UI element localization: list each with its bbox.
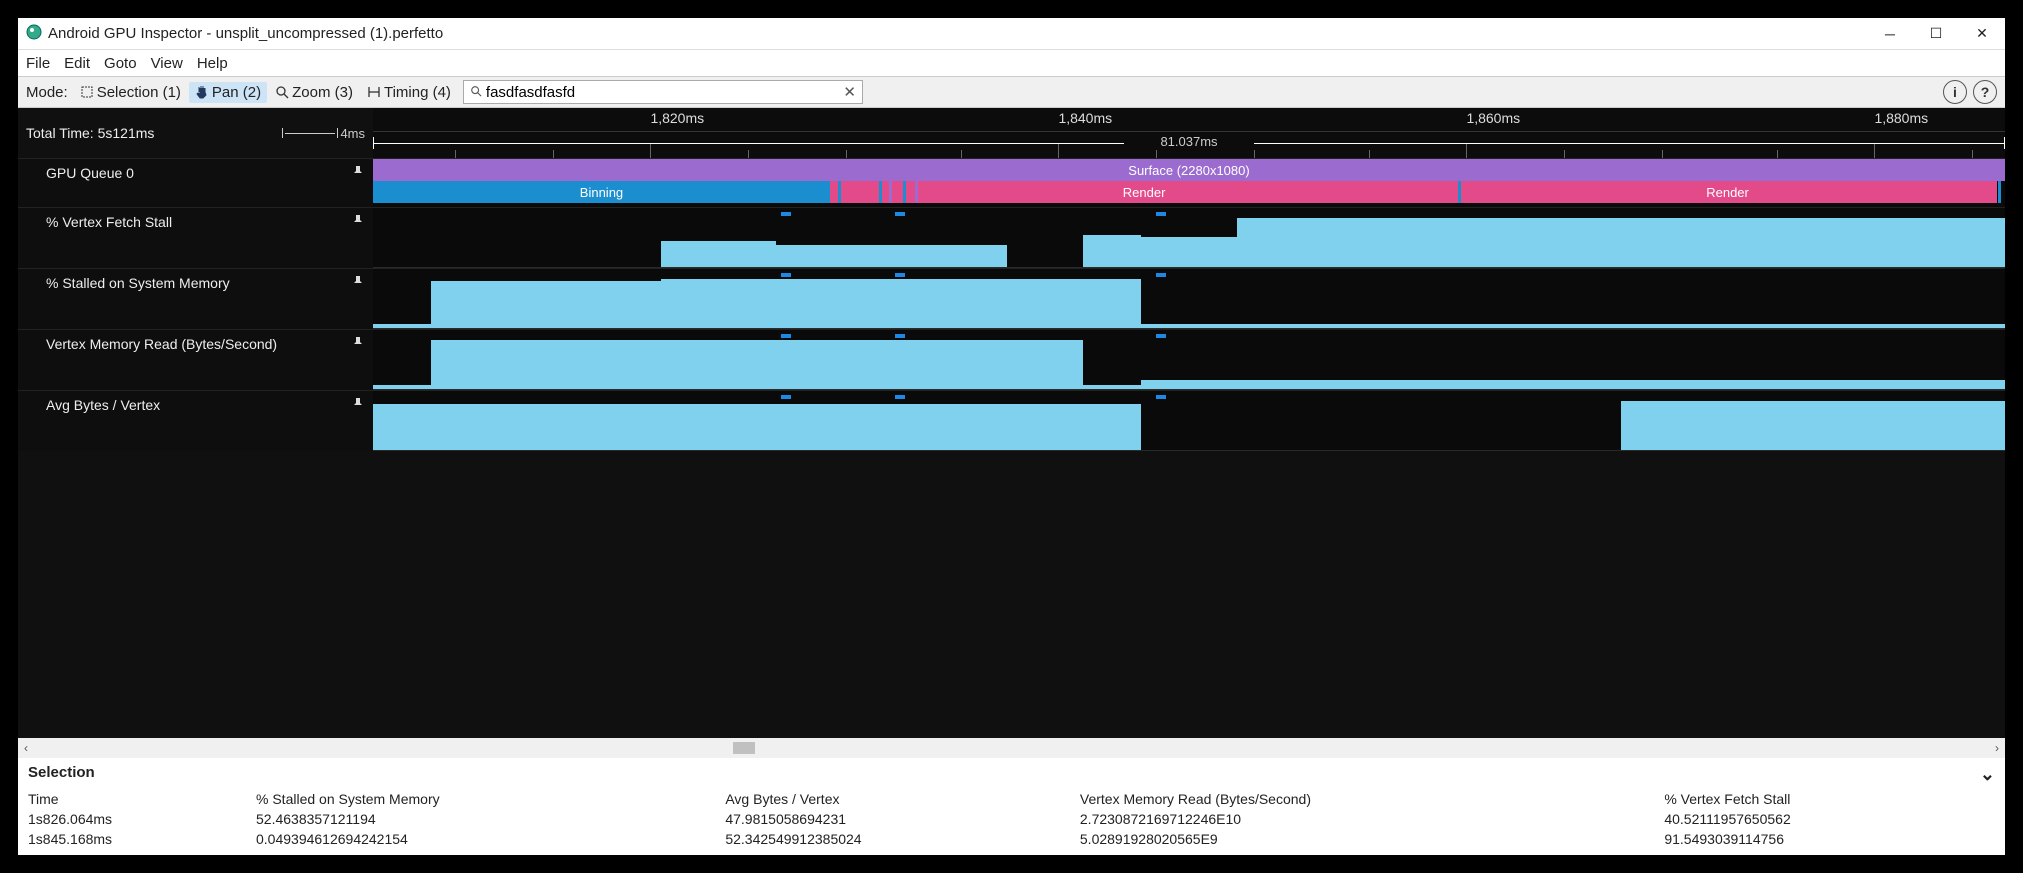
pin-icon[interactable] <box>351 165 365 201</box>
col-time[interactable]: Time <box>28 789 256 809</box>
pin-icon[interactable] <box>351 275 365 323</box>
vmr-chart[interactable] <box>373 330 2005 390</box>
search-input[interactable] <box>486 84 839 101</box>
menu-file[interactable]: File <box>26 55 50 72</box>
render-span-1[interactable]: Render <box>830 181 1458 203</box>
mode-zoom[interactable]: Zoom (3) <box>269 82 359 103</box>
hscrollbar[interactable]: ‹ › <box>18 738 2005 758</box>
selection-table: Time % Stalled on System Memory Avg Byte… <box>28 789 1995 849</box>
track-sys-mem-label: % Stalled on System Memory <box>46 275 230 323</box>
menu-edit[interactable]: Edit <box>64 55 90 72</box>
selection-icon <box>80 85 94 99</box>
window-title: Android GPU Inspector - unsplit_uncompre… <box>48 25 443 42</box>
col-vmr[interactable]: Vertex Memory Read (Bytes/Second) <box>1080 789 1664 809</box>
clear-search-icon[interactable]: ✕ <box>843 83 856 101</box>
mode-timing[interactable]: Timing (4) <box>361 82 457 103</box>
maximize-button[interactable]: ☐ <box>1913 18 1959 50</box>
mode-label: Mode: <box>26 84 68 101</box>
app-icon <box>26 24 42 44</box>
close-button[interactable]: ✕ <box>1959 18 2005 50</box>
selection-title: Selection <box>28 764 95 785</box>
col-sys[interactable]: % Stalled on System Memory <box>256 789 725 809</box>
info-button[interactable]: i <box>1943 80 1967 104</box>
surface-span[interactable]: Surface (2280x1080) <box>373 159 2005 181</box>
range-label: 81.037ms <box>1160 134 1217 149</box>
col-vfs[interactable]: % Vertex Fetch Stall <box>1664 789 1995 809</box>
pin-icon[interactable] <box>351 397 365 445</box>
scroll-left-icon[interactable]: ‹ <box>24 741 28 755</box>
pan-icon <box>195 85 209 99</box>
tick-label: 1,860ms <box>1466 110 1520 126</box>
total-time: Total Time: 5s121ms <box>26 125 154 141</box>
track-vmr-label: Vertex Memory Read (Bytes/Second) <box>46 336 277 384</box>
track-avg-bytes-label: Avg Bytes / Vertex <box>46 397 160 445</box>
toolbar: Mode: Selection (1) Pan (2) Zoom (3) Tim… <box>18 76 2005 108</box>
sys-mem-chart[interactable] <box>373 269 2005 329</box>
menubar: File Edit Goto View Help <box>18 50 2005 76</box>
menu-help[interactable]: Help <box>197 55 228 72</box>
tick-label: 1,820ms <box>650 110 704 126</box>
timeline-ruler[interactable]: 1,820ms 1,840ms 1,860ms 1,880ms 81.037ms <box>373 108 2005 158</box>
track-vertex-stall-label: % Vertex Fetch Stall <box>46 214 172 262</box>
timing-icon <box>367 85 381 99</box>
search-box[interactable]: ✕ <box>463 80 863 104</box>
render-span-2[interactable]: Render <box>1458 181 1997 203</box>
pin-icon[interactable] <box>351 336 365 384</box>
vertex-stall-chart[interactable] <box>373 208 2005 268</box>
avg-bytes-chart[interactable] <box>373 391 2005 451</box>
mode-pan[interactable]: Pan (2) <box>189 82 267 103</box>
profiler-area: Total Time: 5s121ms 4ms 1,820ms 1,840ms … <box>18 108 2005 738</box>
tick-label: 1,880ms <box>1874 110 1928 126</box>
selection-panel: Selection ⌄ Time % Stalled on System Mem… <box>18 758 2005 855</box>
hscroll-thumb[interactable] <box>733 742 755 754</box>
binning-span[interactable]: Binning <box>373 181 830 203</box>
pin-icon[interactable] <box>351 214 365 262</box>
col-avg[interactable]: Avg Bytes / Vertex <box>725 789 1080 809</box>
zoom-icon <box>275 85 289 99</box>
scroll-right-icon[interactable]: › <box>1995 741 1999 755</box>
mode-selection[interactable]: Selection (1) <box>74 82 187 103</box>
scale-interval: 4ms <box>282 126 365 141</box>
menu-view[interactable]: View <box>151 55 183 72</box>
tick-label: 1,840ms <box>1058 110 1112 126</box>
track-gpu-queue-label: GPU Queue 0 <box>46 165 134 201</box>
menu-goto[interactable]: Goto <box>104 55 137 72</box>
table-row[interactable]: 1s826.064ms52.463835712119447.9815058694… <box>28 809 1995 829</box>
gpu-queue-timeline[interactable]: Surface (2280x1080) Binning Render Rende… <box>373 159 2005 207</box>
collapse-icon[interactable]: ⌄ <box>1980 764 1995 785</box>
help-button[interactable]: ? <box>1973 80 1997 104</box>
minimize-button[interactable]: ─ <box>1867 18 1913 50</box>
table-row[interactable]: 1s845.168ms0.04939461269424215452.342549… <box>28 829 1995 849</box>
titlebar: Android GPU Inspector - unsplit_uncompre… <box>18 18 2005 50</box>
search-icon <box>470 84 482 101</box>
